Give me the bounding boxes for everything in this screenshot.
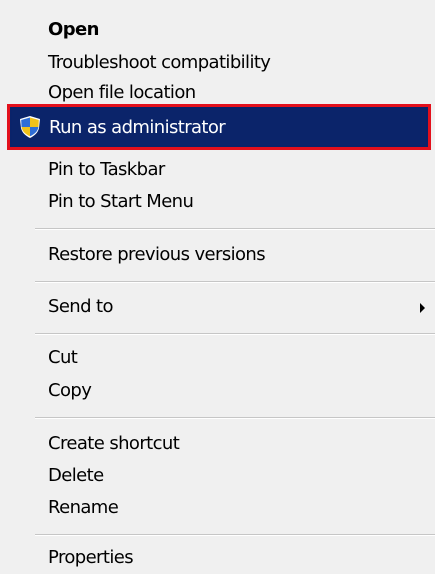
uac-shield-icon <box>20 116 40 138</box>
menu-item-send-to[interactable]: Send to <box>48 292 435 322</box>
menu-item-run-as-administrator[interactable]: Run as administrator <box>7 104 431 150</box>
menu-item-properties[interactable]: Properties <box>48 543 435 573</box>
menu-item-open[interactable]: Open <box>48 15 435 45</box>
menu-item-restore-previous-versions[interactable]: Restore previous versions <box>48 240 435 270</box>
menu-separator <box>35 417 435 419</box>
menu-item-troubleshoot-compatibility[interactable]: Troubleshoot compatibility <box>48 48 435 78</box>
menu-item-rename[interactable]: Rename <box>48 493 435 523</box>
submenu-arrow-icon <box>420 303 425 313</box>
menu-separator <box>35 534 435 536</box>
menu-item-delete[interactable]: Delete <box>48 461 435 491</box>
menu-separator <box>35 333 435 335</box>
menu-item-cut[interactable]: Cut <box>48 343 435 373</box>
menu-item-label: Run as administrator <box>49 117 226 138</box>
menu-separator <box>35 281 435 283</box>
menu-item-pin-to-taskbar[interactable]: Pin to Taskbar <box>48 155 435 185</box>
menu-item-create-shortcut[interactable]: Create shortcut <box>48 429 435 459</box>
menu-item-copy[interactable]: Copy <box>48 376 435 406</box>
context-menu: Open Troubleshoot compatibility Open fil… <box>0 0 435 574</box>
menu-separator <box>35 228 435 230</box>
menu-item-pin-to-start-menu[interactable]: Pin to Start Menu <box>48 187 435 217</box>
